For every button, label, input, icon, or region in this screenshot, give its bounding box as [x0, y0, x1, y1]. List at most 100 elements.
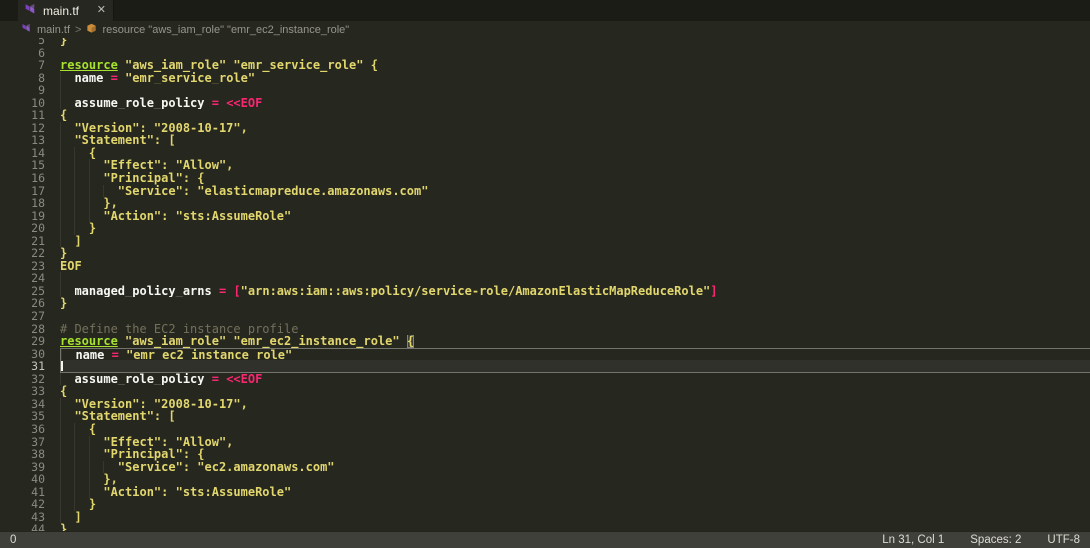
indent-guide [74, 172, 76, 185]
line-number: 36 [31, 421, 45, 436]
line-number: 7 [38, 58, 45, 73]
problems-count[interactable]: 0 [10, 534, 16, 546]
code-text: "Service": "elasticmapreduce.amazonaws.c… [60, 184, 429, 198]
line-number: 30 [31, 346, 45, 361]
code-text: } [60, 222, 97, 235]
code-text: } [60, 247, 68, 260]
code-line[interactable]: 22} [0, 247, 1090, 260]
indent-guide [74, 184, 76, 198]
code-line[interactable]: 27 [0, 310, 1090, 323]
code-text: "Action": "sts:AssumeRole" [60, 485, 292, 499]
code-text [60, 360, 1090, 373]
code-text: managed_policy_arns = ["arn:aws:iam::aws… [60, 284, 1090, 298]
code-line[interactable]: 35 "Statement": [ [0, 410, 1090, 423]
indent-guide [60, 222, 61, 235]
indent-guide [60, 410, 61, 423]
code-line[interactable]: 41 "Action": "sts:AssumeRole" [0, 486, 1090, 499]
code-text: assume_role_policy = <<EOF [60, 96, 1090, 110]
code-line[interactable]: 26} [0, 297, 1090, 310]
code-line[interactable]: 40 }, [0, 473, 1090, 486]
code-line[interactable]: 15 "Effect": "Allow", [0, 158, 1090, 173]
indent-guide [60, 485, 61, 499]
code-text: "Service": "ec2.amazonaws.com" [60, 460, 335, 474]
indent-guide [88, 209, 90, 223]
code-line[interactable]: 34 "Version": "2008-10-17", [0, 398, 1090, 411]
status-bar: 0 Ln 31, Col 1 Spaces: 2 UTF-8 [0, 531, 1090, 548]
line-number: 40 [31, 472, 45, 487]
code-line[interactable]: 33 { [0, 385, 1090, 398]
code-text: resource "aws_iam_role" "emr_service_rol… [60, 59, 378, 72]
code-line[interactable]: 17 "Service": "elasticmapreduce.amazonaw… [0, 185, 1090, 198]
code-line[interactable]: 12 "Version": "2008-10-17", [0, 122, 1090, 135]
code-line[interactable]: 31 [0, 360, 1090, 373]
indent-guide [74, 498, 76, 511]
encoding-setting[interactable]: UTF-8 [1047, 534, 1080, 546]
line-number: 16 [31, 171, 45, 186]
tab-main-tf[interactable]: main.tf ✕ [18, 0, 114, 21]
code-line[interactable]: 32 assume_role_policy = <<EOF [0, 373, 1090, 386]
code-line[interactable]: 44} [0, 523, 1090, 531]
indent-guide [60, 172, 61, 185]
code-line[interactable]: 21 ] [0, 235, 1090, 248]
indent-guide [60, 209, 61, 223]
code-line[interactable]: 20 } [0, 222, 1090, 235]
terraform-icon [25, 2, 37, 20]
code-line[interactable]: 6 [0, 46, 1090, 60]
line-number: 34 [31, 396, 45, 411]
indent-guide [88, 184, 90, 198]
code-line[interactable]: 42 } [0, 498, 1090, 511]
indent-guide [60, 134, 61, 147]
code-line[interactable]: 36 { [0, 423, 1090, 436]
breadcrumb-file[interactable]: main.tf [37, 24, 70, 36]
code-line[interactable]: 19 "Action": "sts:AssumeRole" [0, 210, 1090, 223]
code-line[interactable]: 43 ] [0, 511, 1090, 524]
indent-guide [60, 448, 61, 461]
indent-guide [60, 284, 61, 298]
code-line[interactable]: 8 name = "emr_service_role" [0, 72, 1090, 85]
breadcrumb: main.tf > resource "aws_iam_role" "emr_e… [0, 21, 1090, 38]
code-line[interactable]: 39 "Service": "ec2.amazonaws.com" [0, 461, 1090, 474]
code-line[interactable]: 37 "Effect": "Allow", [0, 435, 1090, 449]
code-text: } [60, 498, 97, 511]
code-text [60, 272, 1090, 285]
code-text: "Statement": [ [60, 410, 176, 423]
line-number: 28 [31, 321, 45, 336]
indent-guide [60, 510, 61, 524]
code-line[interactable]: 14 { [0, 147, 1090, 160]
breadcrumb-symbol[interactable]: resource "aws_iam_role" "emr_ec2_instanc… [102, 24, 349, 36]
indent-guide [60, 234, 61, 248]
close-icon[interactable]: ✕ [97, 5, 106, 16]
code-text: } [60, 297, 68, 311]
code-line[interactable]: 23 EOF [0, 260, 1090, 273]
code-text: EOF [60, 259, 82, 273]
line-number: 15 [31, 158, 45, 173]
indent-guide [74, 197, 76, 210]
code-line[interactable]: 16 "Principal": { [0, 172, 1090, 185]
code-line[interactable]: 11 { [0, 109, 1090, 122]
code-line[interactable]: 29 resource "aws_iam_role" "emr_ec2_insta… [0, 335, 1090, 348]
indent-guide [74, 448, 76, 461]
code-line[interactable]: 28 # Define the EC2 instance profile [0, 323, 1090, 336]
code-line[interactable]: 30 name = "emr_ec2_instance_role" [0, 348, 1090, 361]
line-number: 19 [31, 208, 45, 223]
code-line[interactable]: 9 [0, 84, 1090, 97]
code-line[interactable]: 38 "Principal": { [0, 448, 1090, 461]
line-number: 32 [31, 371, 45, 386]
indentation-setting[interactable]: Spaces: 2 [970, 534, 1021, 546]
indent-guide [74, 460, 76, 474]
indent-guide [60, 71, 61, 85]
line-number: 18 [31, 196, 45, 211]
code-line[interactable]: 13 "Statement": [ [0, 134, 1090, 147]
code-line[interactable]: 24 [0, 272, 1090, 285]
code-text: }, [60, 197, 118, 210]
code-line[interactable]: 25 managed_policy_arns = ["arn:aws:iam::… [0, 285, 1090, 298]
code-line[interactable]: 18 }, [0, 197, 1090, 210]
indent-guide [88, 197, 90, 210]
code-editor[interactable]: 5} 6 7 resource "aws_iam_role" "emr_service… [0, 38, 1090, 531]
cursor-position[interactable]: Ln 31, Col 1 [882, 534, 944, 546]
code-line[interactable]: 10 assume_role_policy = <<EOF [0, 97, 1090, 110]
code-line[interactable]: 7 resource "aws_iam_role" "emr_service_ro… [0, 59, 1090, 72]
code-line[interactable]: 5} [0, 38, 1090, 47]
line-number: 43 [31, 509, 45, 524]
code-text: { [60, 146, 97, 160]
